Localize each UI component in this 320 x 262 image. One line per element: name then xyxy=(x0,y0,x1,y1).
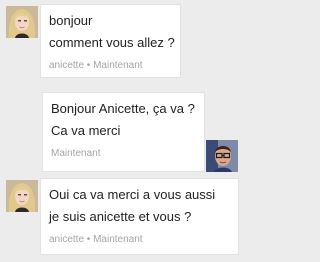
message-meta: Maintenant xyxy=(51,148,101,159)
message-text: je suis anicette et vous ? xyxy=(49,209,192,224)
message-bubble: Oui ca va merci a vous aussi je suis ani… xyxy=(40,178,239,255)
message-bubble: Bonjour Anicette, ça va ? Ca va merci Ma… xyxy=(42,92,205,172)
sender-avatar[interactable] xyxy=(6,6,38,38)
message-text: bonjour xyxy=(49,13,93,28)
sender-avatar[interactable] xyxy=(206,140,238,172)
message-meta: anicette • Maintenant xyxy=(49,60,143,71)
message-meta: anicette • Maintenant xyxy=(49,234,143,245)
message-text: Oui ca va merci a vous aussi xyxy=(49,187,216,202)
message-text: Bonjour Anicette, ça va ? xyxy=(51,101,195,116)
sender-avatar[interactable] xyxy=(6,180,38,212)
message-text: Ca va merci xyxy=(51,123,121,138)
message-bubble: bonjour comment vous allez ? anicette • … xyxy=(40,4,181,78)
message-text: comment vous allez ? xyxy=(49,35,175,50)
